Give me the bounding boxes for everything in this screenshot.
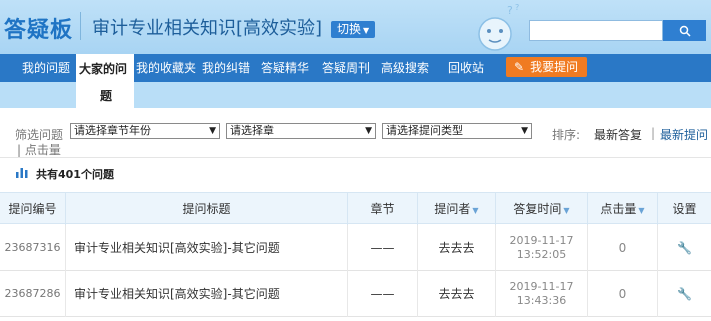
question-type-value: 请选择提问类型 — [386, 124, 463, 137]
switch-subject-button[interactable]: 切换 ▼ — [331, 21, 376, 38]
settings-cell: 🔧 — [658, 271, 711, 317]
nav-recycle-bin[interactable]: 回收站 — [448, 54, 484, 82]
col-clicks[interactable]: 点击量 ▼ — [588, 193, 658, 225]
sort-down-icon: ▼ — [472, 206, 479, 215]
sort-label: 排序: — [552, 128, 581, 142]
nav-everyone-questions-label: 大家的问 — [79, 62, 128, 76]
table-row[interactable]: 23687286 审计专业相关知识[高效实验]-其它问题 —— 去去去 2019… — [0, 271, 711, 317]
caret-down-icon: ▼ — [363, 26, 370, 35]
sort-latest-answer[interactable]: 最新答复 — [594, 126, 642, 143]
site-logo[interactable]: 答疑板 — [4, 12, 73, 44]
question-id: 23687286 — [0, 271, 66, 317]
subject-title: 审计专业相关知识[高效实验] — [92, 18, 323, 39]
col-asker[interactable]: 提问者 ▼ — [418, 193, 496, 225]
chapter-year-select[interactable]: 请选择章节年份 ▼ — [70, 123, 220, 139]
search-button[interactable] — [663, 20, 706, 41]
question-chapter: —— — [348, 271, 418, 317]
col-answer-time[interactable]: 答复时间 ▼ — [496, 193, 588, 225]
nav-weekly[interactable]: 答疑周刊 — [322, 54, 370, 82]
answer-date: 2019-11-17 — [509, 234, 574, 247]
col-settings: 设置 — [672, 202, 697, 216]
sort-clicks[interactable]: | 点击量 — [17, 141, 61, 158]
question-title-link[interactable]: 审计专业相关知识[高效实验]-其它问题 — [66, 271, 348, 317]
question-count: 共有401个问题 — [36, 168, 114, 181]
answer-date: 2019-11-17 — [509, 280, 574, 293]
sort-down-icon: ▼ — [638, 206, 645, 215]
dropdown-arrow-icon: ▼ — [209, 126, 216, 136]
answer-clock: 13:43:36 — [516, 294, 567, 307]
answer-time: 2019-11-17 13:43:36 — [496, 271, 588, 317]
col-asker-label: 提问者 — [434, 202, 471, 216]
col-question-id: 提问编号 — [0, 193, 66, 225]
dropdown-arrow-icon: ▼ — [365, 126, 372, 136]
question-asker: 去去去 — [418, 271, 496, 317]
sort-latest-question[interactable]: 最新提问 — [660, 126, 708, 143]
wrench-icon[interactable]: 🔧 — [677, 225, 692, 271]
question-id: 23687316 — [0, 225, 66, 271]
question-title-link[interactable]: 审计专业相关知识[高效实验]-其它问题 — [66, 225, 348, 271]
answer-clock: 13:52:05 — [516, 248, 567, 261]
settings-cell: 🔧 — [658, 225, 711, 271]
table-header: 提问编号 提问标题 章节 提问者 ▼ 答复时间 ▼ 点击量 ▼ 设置 — [0, 192, 711, 225]
col-question-title: 提问标题 — [66, 193, 348, 225]
ask-question-label: 我要提问 — [530, 60, 579, 74]
sort-separator: | — [651, 126, 656, 140]
answer-time: 2019-11-17 13:52:05 — [496, 225, 588, 271]
ask-question-button[interactable]: ✎ 我要提问 — [506, 57, 587, 77]
header-divider — [80, 12, 81, 40]
chapter-value: 请选择章 — [230, 124, 274, 137]
divider — [0, 157, 711, 158]
col-clicks-label: 点击量 — [600, 202, 637, 216]
svg-text:?: ? — [515, 3, 519, 12]
nav-my-corrections[interactable]: 我的纠错 — [202, 54, 250, 82]
svg-text:?: ? — [507, 4, 513, 17]
click-count: 0 — [588, 225, 658, 271]
bar-chart-icon — [16, 168, 28, 178]
chapter-year-value: 请选择章节年份 — [74, 124, 151, 137]
search-input[interactable] — [529, 20, 663, 41]
nav-everyone-questions-label-wrap: 题 — [100, 89, 113, 103]
nav-advanced-search[interactable]: 高级搜索 — [381, 54, 429, 82]
question-asker: 去去去 — [418, 225, 496, 271]
nav-my-questions[interactable]: 我的问题 — [22, 54, 70, 82]
sort-clicks-label: 点击量 — [24, 143, 61, 157]
pencil-icon: ✎ — [514, 60, 525, 74]
click-count: 0 — [588, 271, 658, 317]
nav-essence[interactable]: 答疑精华 — [261, 54, 309, 82]
wrench-icon[interactable]: 🔧 — [677, 271, 692, 317]
switch-label: 切换 — [337, 22, 362, 36]
table-row[interactable]: 23687316 审计专业相关知识[高效实验]-其它问题 —— 去去去 2019… — [0, 225, 711, 271]
col-chapter: 章节 — [348, 193, 418, 225]
chapter-select[interactable]: 请选择章 ▼ — [226, 123, 376, 139]
col-answer-time-label: 答复时间 — [513, 202, 562, 216]
dropdown-arrow-icon: ▼ — [521, 126, 528, 136]
sort-separator: | — [17, 143, 25, 157]
question-type-select[interactable]: 请选择提问类型 ▼ — [382, 123, 532, 139]
nav-my-favorites[interactable]: 我的收藏夹 — [136, 54, 196, 82]
search-icon — [679, 25, 691, 37]
sort-down-icon: ▼ — [563, 206, 570, 215]
mascot-icon: ? ? — [478, 3, 519, 51]
question-chapter: —— — [348, 225, 418, 271]
